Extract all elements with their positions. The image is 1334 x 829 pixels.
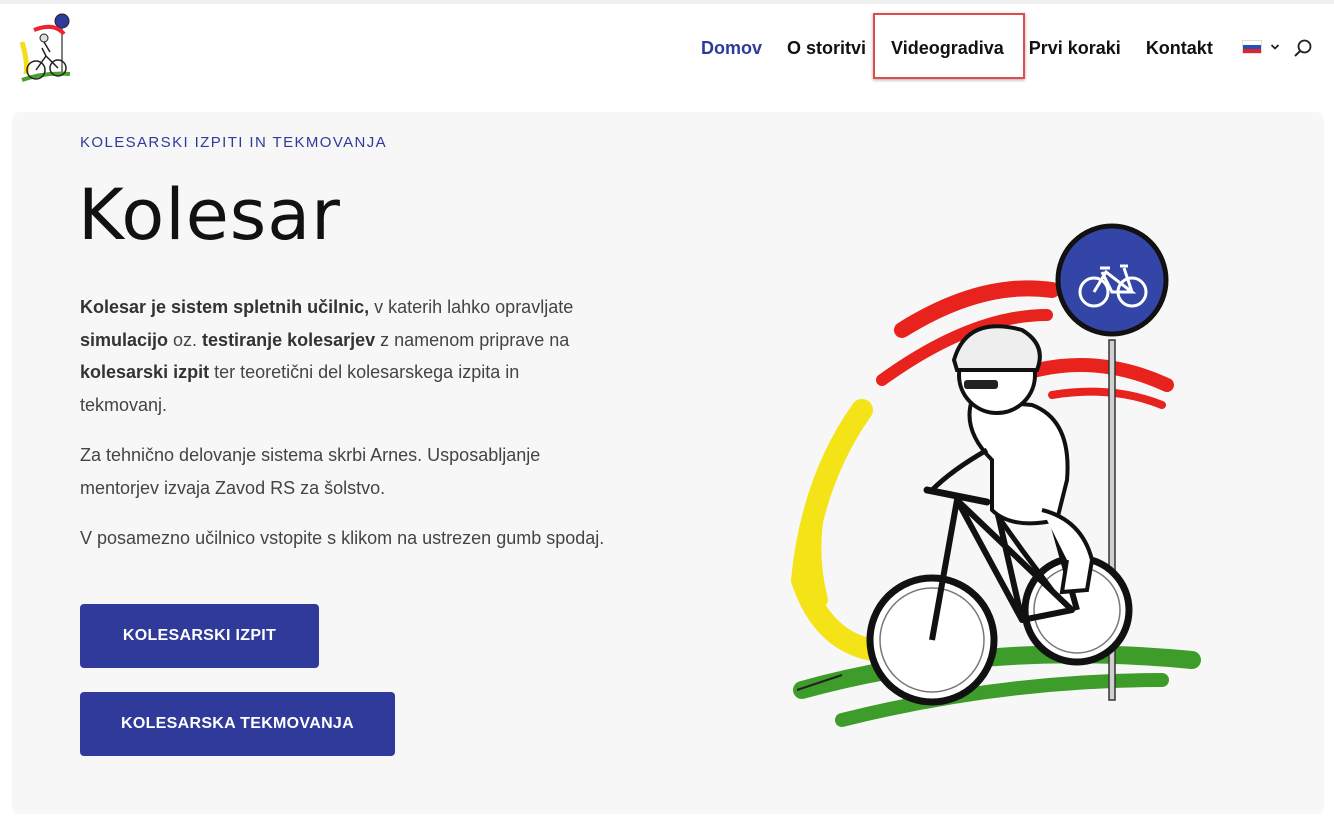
arnes-paragraph: Za tehnično delovanje sistema skrbi Arne… [80,445,541,498]
intro-bold-4: kolesarski izpit [80,362,210,382]
chevron-down-icon [1270,44,1280,50]
intro-bold-2: simulacijo [80,329,169,350]
intro-paragraph: Kolesar je sistem spletnih učilnic, v ka… [80,291,610,421]
nav-kontakt[interactable]: Kontakt [1146,38,1213,59]
hero-section: KOLESARSKI IZPITI IN TEKMOVANJA Kolesar … [12,112,1324,814]
page-title: Kolesar [78,174,341,256]
intro-bold-1: Kolesar je sistem spletnih učilnic, [80,297,370,317]
slovenian-flag-icon [1242,40,1262,54]
kolesarska-tekmovanja-button[interactable]: KOLESARSKA TEKMOVANJA [80,692,395,756]
nav-videogradiva[interactable]: Videogradiva [891,38,1004,59]
nav-domov[interactable]: Domov [701,38,762,59]
instruction-paragraph: V posamezno učilnico vstopite s klikom n… [80,528,605,548]
search-icon[interactable] [1292,38,1314,60]
cyclist-illustration [790,223,1201,727]
nav-o-storitvi[interactable]: O storitvi [787,38,866,59]
intro-bold-3: testiranje kolesarjev [202,329,376,350]
intro-text-2: oz. [168,329,203,350]
intro-text-1: v katerih lahko opravljate [369,297,574,317]
top-border [0,0,1334,4]
kolesarski-izpit-button[interactable]: KOLESARSKI IZPIT [80,604,319,668]
nav-prvi-koraki[interactable]: Prvi koraki [1029,38,1121,59]
site-logo[interactable] [14,12,76,86]
main-nav: Domov O storitvi Videogradiva Prvi korak… [701,34,1238,62]
intro-text-3: z namenom priprave na [375,329,570,350]
hero-eyebrow: KOLESARSKI IZPITI IN TEKMOVANJA [80,134,388,151]
language-switcher[interactable] [1242,40,1280,54]
